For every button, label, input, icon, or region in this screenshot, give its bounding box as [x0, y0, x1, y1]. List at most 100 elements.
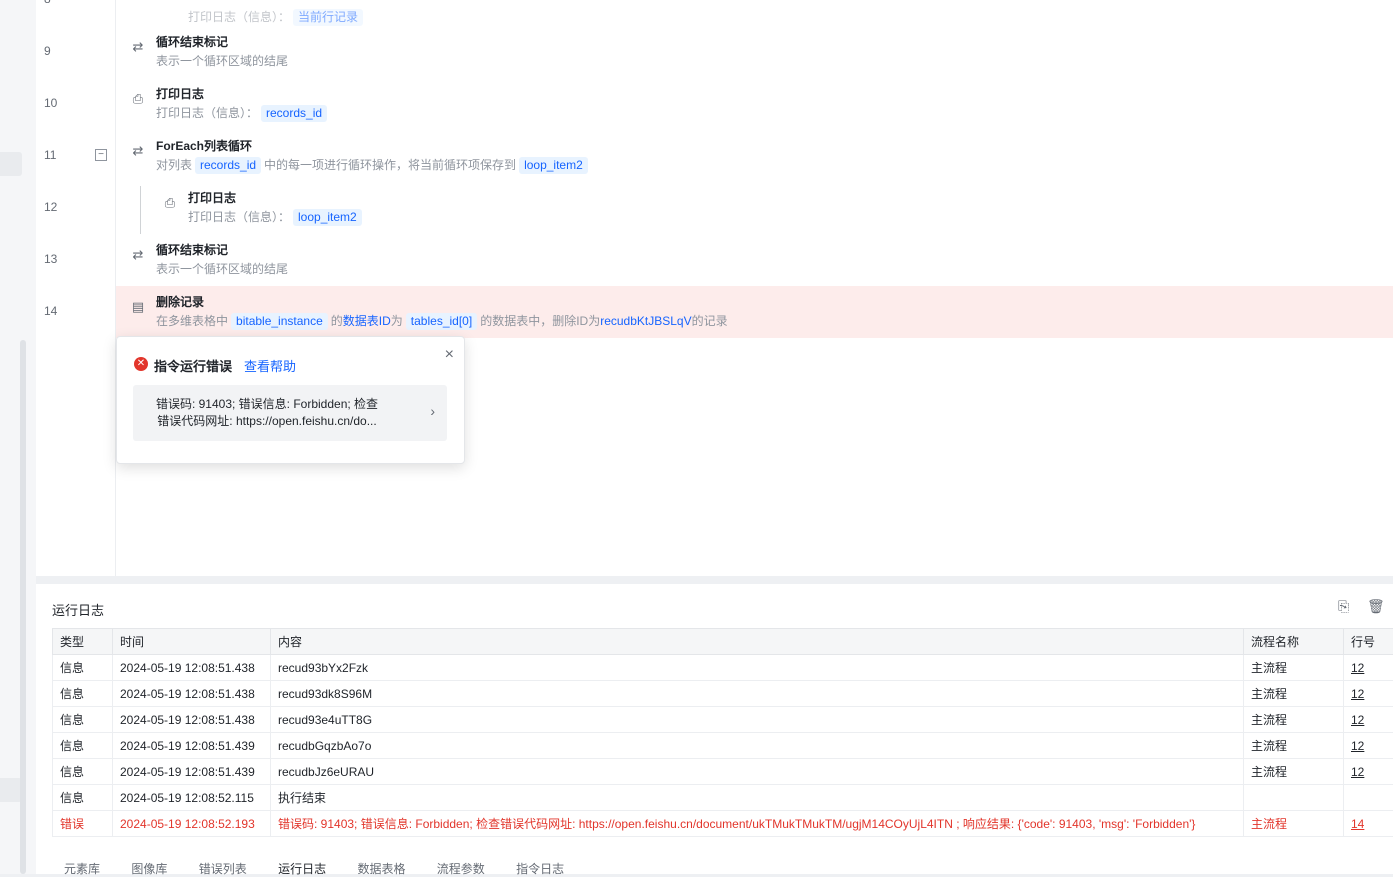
line-link[interactable]: 12 — [1344, 707, 1393, 733]
cell-type: 信息 — [53, 655, 113, 681]
column-header[interactable]: 类型 — [53, 629, 113, 655]
step-title: 循环结束标记 — [156, 241, 228, 258]
line-number: 8 — [44, 0, 51, 6]
variable-chip: records_id — [261, 105, 327, 122]
table-row[interactable]: 信息 2024-05-19 12:08:51.438 recud93dk8S96… — [53, 681, 1393, 707]
cell-type: 信息 — [53, 733, 113, 759]
flow-editor: 8 9 10 11 12 13 14 − 打印日志（信息）：当前行记录 ⇄ 循环… — [36, 0, 1393, 576]
popup-title: 指令运行错误 — [154, 356, 232, 375]
step-desc: 在多维表格中bitable_instance的数据表ID为tables_id[0… — [156, 312, 728, 330]
column-header[interactable]: 内容 — [271, 629, 1244, 655]
chevron-right-icon: › — [430, 403, 435, 419]
line-link[interactable]: 14 — [1344, 811, 1393, 837]
line-link[interactable]: 12 — [1344, 655, 1393, 681]
column-header[interactable]: 时间 — [113, 629, 271, 655]
sidebar-scrollbar[interactable] — [20, 340, 26, 874]
step-delete-record[interactable]: ▤ 删除记录 在多维表格中bitable_instance的数据表ID为tabl… — [116, 286, 1393, 338]
line-link[interactable]: 12 — [1344, 681, 1393, 707]
loop-icon: ⇄ — [131, 144, 145, 158]
error-detail-box[interactable]: 错误码: 91403; 错误信息: Forbidden; 检查 错误代码网址: … — [133, 385, 447, 441]
line-number: 12 — [44, 200, 57, 214]
step-title: 打印日志 — [188, 189, 236, 206]
cell-content: recudbGqzbAo7o — [271, 733, 1244, 759]
step-foreach-loop[interactable]: ⇄ ForEach列表循环 对列表records_id中的每一项进行循环操作，将… — [116, 130, 1393, 182]
line-number: 14 — [44, 304, 57, 318]
error-icon: ✕ — [134, 357, 148, 371]
variable-chip: loop_item2 — [293, 209, 362, 226]
line-link[interactable]: 12 — [1344, 759, 1393, 785]
table-row[interactable]: 信息 2024-05-19 12:08:51.438 recud93e4uTT8… — [53, 707, 1393, 733]
close-icon[interactable]: × — [445, 346, 454, 364]
cell-flow: 主流程 — [1244, 655, 1344, 681]
cell-time: 2024-05-19 12:08:51.439 — [113, 759, 271, 785]
printer-icon: ⎙ — [131, 92, 145, 106]
cell-time: 2024-05-19 12:08:52.193 — [113, 811, 271, 837]
line-number: 9 — [44, 44, 51, 58]
cell-type: 信息 — [53, 785, 113, 811]
cell-flow: 主流程 — [1244, 733, 1344, 759]
line-gutter: 8 9 10 11 12 13 14 − — [36, 0, 116, 576]
loop-end-icon: ⇄ — [131, 40, 145, 54]
table-row[interactable]: 信息 2024-05-19 12:08:51.438 recud93bYx2Fz… — [53, 655, 1393, 681]
table-row[interactable]: 信息 2024-05-19 12:08:51.439 recudbGqzbAo7… — [53, 733, 1393, 759]
step-desc: 表示一个循环区域的结尾 — [156, 260, 288, 277]
variable-chip: records_id — [195, 157, 261, 174]
variable-chip: 当前行记录 — [293, 9, 363, 26]
step-title: ForEach列表循环 — [156, 137, 252, 154]
bottom-tabs: 元素库 图像库 错误列表 运行日志 数据表格 流程参数 指令日志 — [64, 860, 592, 877]
step-loop-end[interactable]: ⇄ 循环结束标记 表示一个循环区域的结尾 — [116, 26, 1393, 78]
step-desc: 打印日志（信息）：当前行记录 — [188, 8, 366, 26]
cell-time: 2024-05-19 12:08:51.439 — [113, 733, 271, 759]
line-number: 11 — [44, 148, 56, 162]
sidebar-highlight — [0, 152, 22, 176]
error-popup: ✕ 指令运行错误 查看帮助 × 错误码: 91403; 错误信息: Forbid… — [116, 336, 465, 464]
trash-icon[interactable]: 🗑 — [1367, 598, 1385, 615]
table-row[interactable]: 信息 2024-05-19 12:08:52.115 执行结束 — [53, 785, 1393, 811]
cell-time: 2024-05-19 12:08:51.438 — [113, 655, 271, 681]
left-sidebar-strip — [0, 0, 36, 874]
variable-chip: tables_id[0] — [406, 313, 477, 330]
step-desc: 打印日志（信息）：loop_item2 — [188, 208, 365, 226]
cell-flow: 主流程 — [1244, 759, 1344, 785]
step-loop-end[interactable]: ⇄ 循环结束标记 表示一个循环区域的结尾 — [116, 234, 1393, 286]
log-table: 类型 时间 内容 流程名称 行号 信息 2024-05-19 12:08:51.… — [52, 628, 1393, 837]
panel-title: 运行日志 — [52, 600, 104, 619]
sidebar-highlight — [0, 778, 22, 802]
step-print-log[interactable]: ⎙ 打印日志 打印日志（信息）：records_id — [116, 78, 1393, 130]
cell-content: recud93bYx2Fzk — [271, 655, 1244, 681]
cell-flow: 主流程 — [1244, 811, 1344, 837]
cell-content: 错误码: 91403; 错误信息: Forbidden; 检查错误代码网址: h… — [271, 811, 1244, 837]
line-link[interactable] — [1344, 785, 1393, 811]
variable-chip: loop_item2 — [519, 157, 588, 174]
line-link[interactable]: 12 — [1344, 733, 1393, 759]
cell-content: 执行结束 — [271, 785, 1244, 811]
step-desc: 打印日志（信息）：records_id — [156, 104, 330, 122]
cell-flow: 主流程 — [1244, 681, 1344, 707]
step-print-log-nested[interactable]: ⎙ 打印日志 打印日志（信息）：loop_item2 — [116, 182, 1393, 234]
export-icon[interactable]: ⎘ — [1338, 598, 1349, 615]
cell-time: 2024-05-19 12:08:51.438 — [113, 707, 271, 733]
line-number: 10 — [44, 96, 57, 110]
step-desc: 表示一个循环区域的结尾 — [156, 52, 288, 69]
variable-chip: bitable_instance — [231, 313, 328, 330]
cell-type: 信息 — [53, 759, 113, 785]
cell-time: 2024-05-19 12:08:51.438 — [113, 681, 271, 707]
help-link[interactable]: 查看帮助 — [244, 356, 296, 375]
column-header[interactable]: 行号 — [1344, 629, 1393, 655]
cell-type: 错误 — [53, 811, 113, 837]
run-log-panel: 运行日志 ⎘ 🗑 类型 时间 内容 流程名称 行号 信息 2024-05-19 … — [36, 584, 1393, 874]
table-icon: ▤ — [131, 300, 145, 314]
cell-type: 信息 — [53, 707, 113, 733]
printer-icon: ⎙ — [163, 196, 177, 210]
cell-flow — [1244, 785, 1344, 811]
cell-flow: 主流程 — [1244, 707, 1344, 733]
column-header[interactable]: 流程名称 — [1244, 629, 1344, 655]
step-title: 删除记录 — [156, 293, 204, 310]
step-title: 循环结束标记 — [156, 33, 228, 50]
table-row-error[interactable]: 错误 2024-05-19 12:08:52.193 错误码: 91403; 错… — [53, 811, 1393, 837]
cell-content: recud93dk8S96M — [271, 681, 1244, 707]
cell-content: recudbJz6eURAU — [271, 759, 1244, 785]
table-row[interactable]: 信息 2024-05-19 12:08:51.439 recudbJz6eURA… — [53, 759, 1393, 785]
collapse-loop-button[interactable]: − — [95, 149, 107, 161]
cell-type: 信息 — [53, 681, 113, 707]
